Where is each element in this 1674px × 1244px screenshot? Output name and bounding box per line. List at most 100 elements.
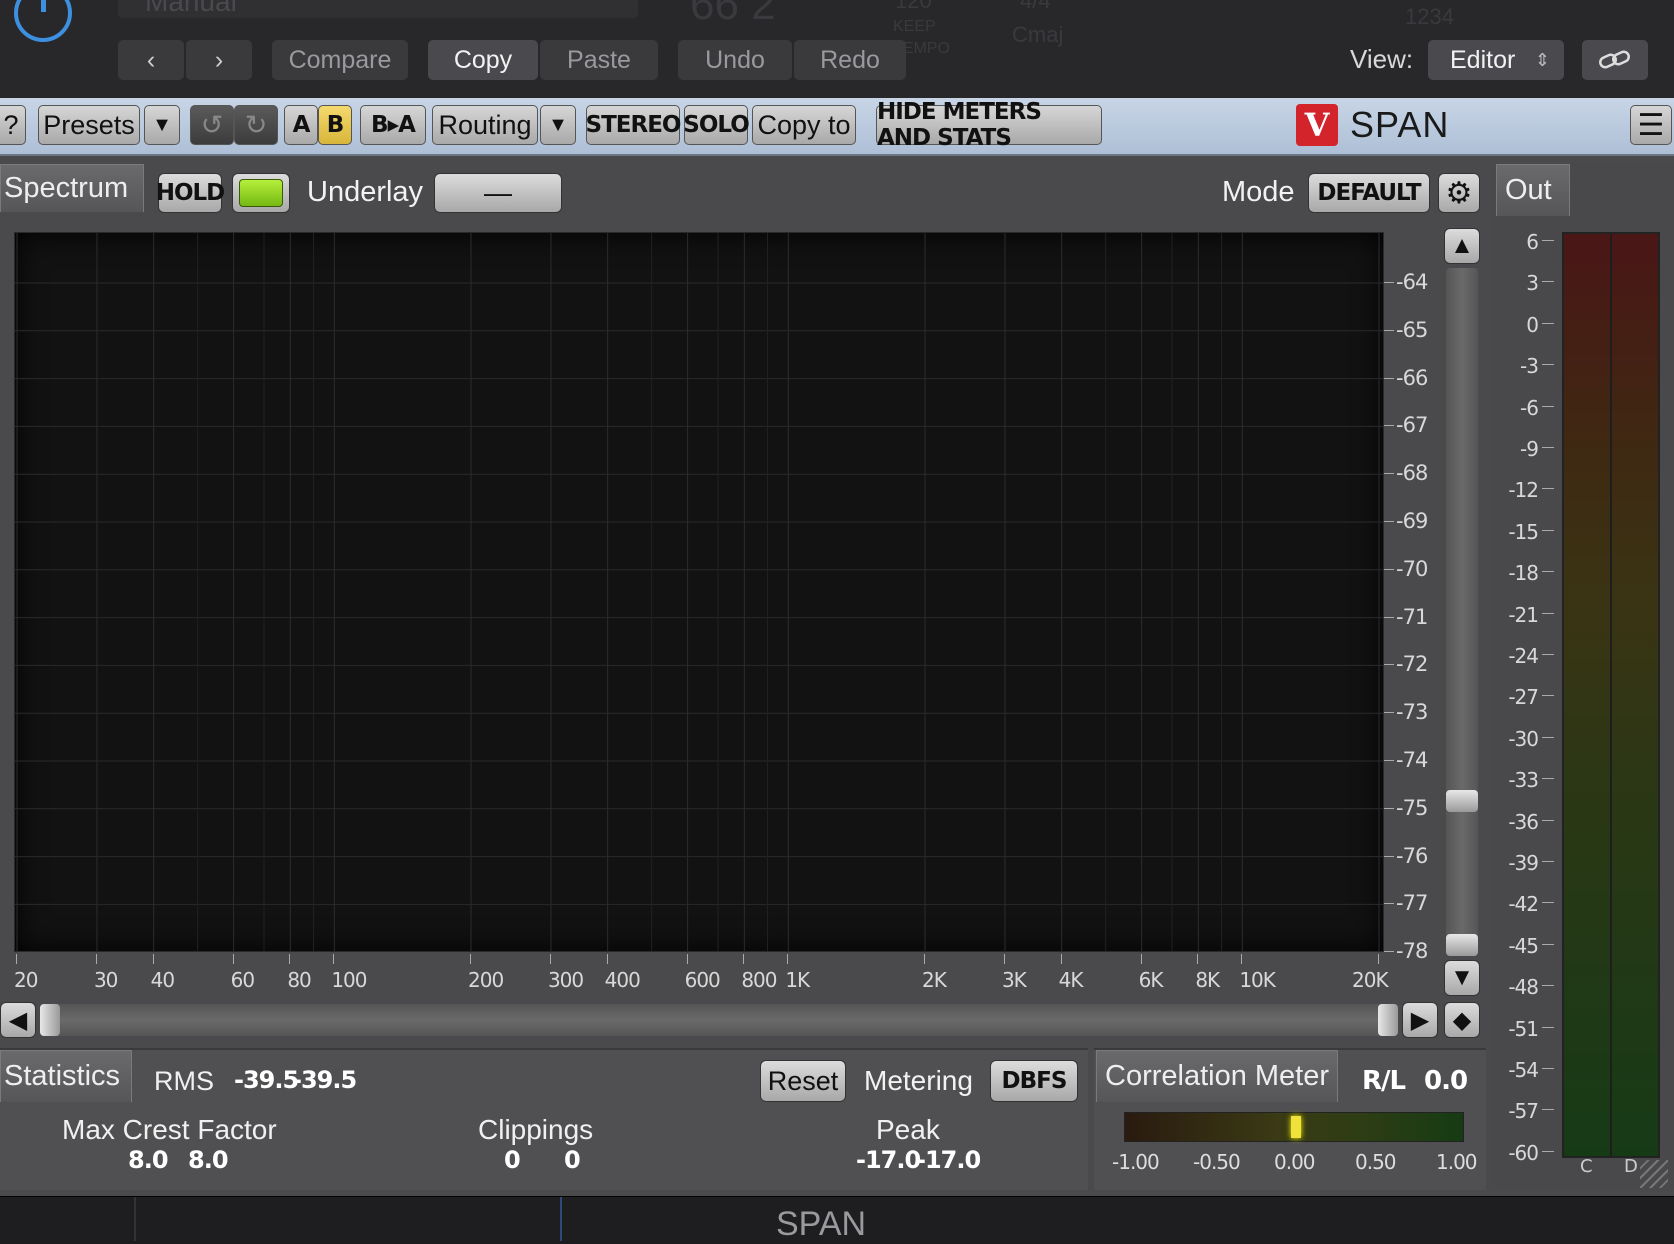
freq-tick-label: 60 [230, 968, 255, 992]
freq-tick-label: 300 [547, 968, 584, 992]
db-tick-label: -66 [1396, 365, 1428, 390]
chevron-right-icon: › [214, 45, 224, 74]
hold-toggle[interactable] [232, 173, 290, 213]
tempo-display: 120 [895, 0, 932, 13]
vertical-scroll-track[interactable] [1446, 268, 1478, 956]
correlation-scale-label: 0.50 [1355, 1150, 1397, 1174]
copy-button[interactable]: Copy [428, 40, 538, 80]
tab-correlation-meter[interactable]: Correlation Meter [1096, 1050, 1338, 1102]
output-tick-label: -57 [1508, 1099, 1539, 1124]
output-tick-mark [1542, 736, 1554, 738]
copy-to-button[interactable]: Copy to [752, 105, 856, 145]
correlation-scale-label: 1.00 [1436, 1150, 1478, 1174]
clippings-left-value: 0 [504, 1146, 521, 1174]
triangle-up-icon: ▲ [1450, 232, 1474, 259]
routing-dropdown-button[interactable]: ▼ [540, 105, 576, 145]
underlay-label: Underlay [307, 176, 424, 208]
redo-plugin-button[interactable]: ↻ [234, 105, 278, 145]
mode-selector[interactable]: DEFAULT [1308, 173, 1430, 213]
db-tick-mark [1384, 425, 1394, 427]
db-tick-label: -74 [1396, 748, 1428, 772]
horizontal-scroll-handle-left[interactable] [40, 1004, 60, 1036]
triangle-right-icon: ▶ [1410, 1006, 1430, 1034]
a-button[interactable]: A [284, 105, 318, 145]
host-footer: SPAN [0, 1196, 1674, 1243]
correlation-bar [1124, 1112, 1464, 1142]
prev-preset-button[interactable]: ‹ [118, 40, 184, 80]
db-tick-mark [1384, 329, 1394, 331]
db-tick-label: -73 [1396, 700, 1428, 725]
menu-button[interactable]: ☰ [1630, 105, 1672, 145]
freq-tick-label: 800 [741, 968, 777, 992]
time-signature: 4/4 [1020, 0, 1051, 13]
horizontal-scroll-track[interactable] [40, 1004, 1398, 1036]
settings-button[interactable]: ⚙ [1438, 173, 1480, 213]
scroll-up-button[interactable]: ▲ [1444, 228, 1480, 264]
power-icon[interactable] [14, 0, 72, 42]
scroll-right-button[interactable]: ▶ [1402, 1002, 1438, 1038]
output-tick-label: -6 [1520, 395, 1539, 420]
view-selector[interactable]: Editor ⇕ [1428, 40, 1564, 80]
b-to-a-button[interactable]: B▸A [360, 105, 426, 145]
db-tick-label: -76 [1396, 843, 1428, 868]
output-tick-mark [1542, 322, 1554, 324]
compare-button[interactable]: Compare [272, 40, 408, 80]
scroll-left-button[interactable]: ◀ [0, 1002, 36, 1038]
freq-tick-label: 400 [604, 968, 641, 992]
freq-tick-mark [743, 954, 745, 964]
correlation-scale-label: -0.50 [1193, 1150, 1241, 1174]
undo-icon: ↺ [200, 109, 224, 140]
tab-statistics[interactable]: Statistics [0, 1050, 132, 1102]
freq-tick-label: 30 [93, 968, 118, 992]
resize-grip-icon[interactable] [1640, 1160, 1668, 1188]
correlation-mode[interactable]: R/L [1362, 1066, 1406, 1096]
output-tick-mark [1542, 571, 1554, 573]
redo-button[interactable]: Redo [794, 40, 906, 80]
host-toolbar: Manual 66 2 120 KEEP TEMPO 4/4 Cmaj 1234… [0, 0, 1674, 99]
reset-button[interactable]: Reset [760, 1060, 846, 1102]
freq-tick-mark [289, 954, 291, 964]
db-tick-mark [1384, 616, 1394, 618]
output-tick-mark [1542, 447, 1554, 448]
metering-selector[interactable]: DBFS [990, 1060, 1078, 1102]
spectrum-display[interactable] [14, 232, 1384, 952]
correlation-value: 0.0 [1424, 1066, 1468, 1096]
stereo-button[interactable]: STEREO [586, 105, 681, 145]
next-preset-button[interactable]: › [186, 40, 252, 80]
routing-button[interactable]: Routing [432, 105, 538, 145]
output-tick-mark [1542, 405, 1554, 407]
freq-tick-label: 80 [287, 968, 311, 992]
freq-tick-label: 4K [1058, 968, 1084, 992]
output-tick-mark [1542, 1026, 1554, 1028]
vertical-scroll-handle-top[interactable] [1446, 790, 1478, 812]
undo-plugin-button[interactable]: ↺ [190, 105, 234, 145]
output-tick-label: -42 [1508, 892, 1539, 917]
solo-button[interactable]: SOLO [683, 105, 750, 145]
rms-right-value: -39.5 [292, 1066, 357, 1094]
tab-spectrum[interactable]: Spectrum [0, 164, 144, 212]
b-button[interactable]: B [318, 105, 352, 145]
underlay-selector[interactable]: — [434, 173, 562, 213]
hold-button[interactable]: HOLD [156, 173, 225, 213]
db-tick-mark [1384, 903, 1394, 905]
hide-meters-button[interactable]: HIDE METERS AND STATS [876, 99, 1102, 151]
horizontal-scroll-handle-right[interactable] [1378, 1004, 1398, 1036]
vertical-scroll-handle-bottom[interactable] [1446, 934, 1478, 956]
output-tick-mark [1542, 240, 1554, 241]
tab-out[interactable]: Out [1496, 164, 1570, 216]
scroll-down-button[interactable]: ▼ [1444, 960, 1480, 996]
presets-dropdown-button[interactable]: ▼ [144, 105, 180, 145]
paste-button[interactable]: Paste [540, 40, 658, 80]
link-button[interactable] [1582, 40, 1648, 80]
help-button[interactable]: ? [0, 105, 26, 145]
db-tick-label: -75 [1396, 795, 1428, 820]
presets-button[interactable]: Presets [38, 105, 140, 145]
freq-tick-mark [16, 954, 17, 964]
undo-button[interactable]: Undo [678, 40, 792, 80]
peak-right-value: -17.0 [916, 1146, 981, 1174]
db-tick-label: -67 [1396, 413, 1428, 438]
zoom-reset-button[interactable]: ◆ [1444, 1002, 1480, 1038]
triangle-down-icon: ▼ [1450, 964, 1474, 991]
output-tick-mark [1542, 1109, 1554, 1111]
freq-tick-mark [1140, 954, 1142, 964]
